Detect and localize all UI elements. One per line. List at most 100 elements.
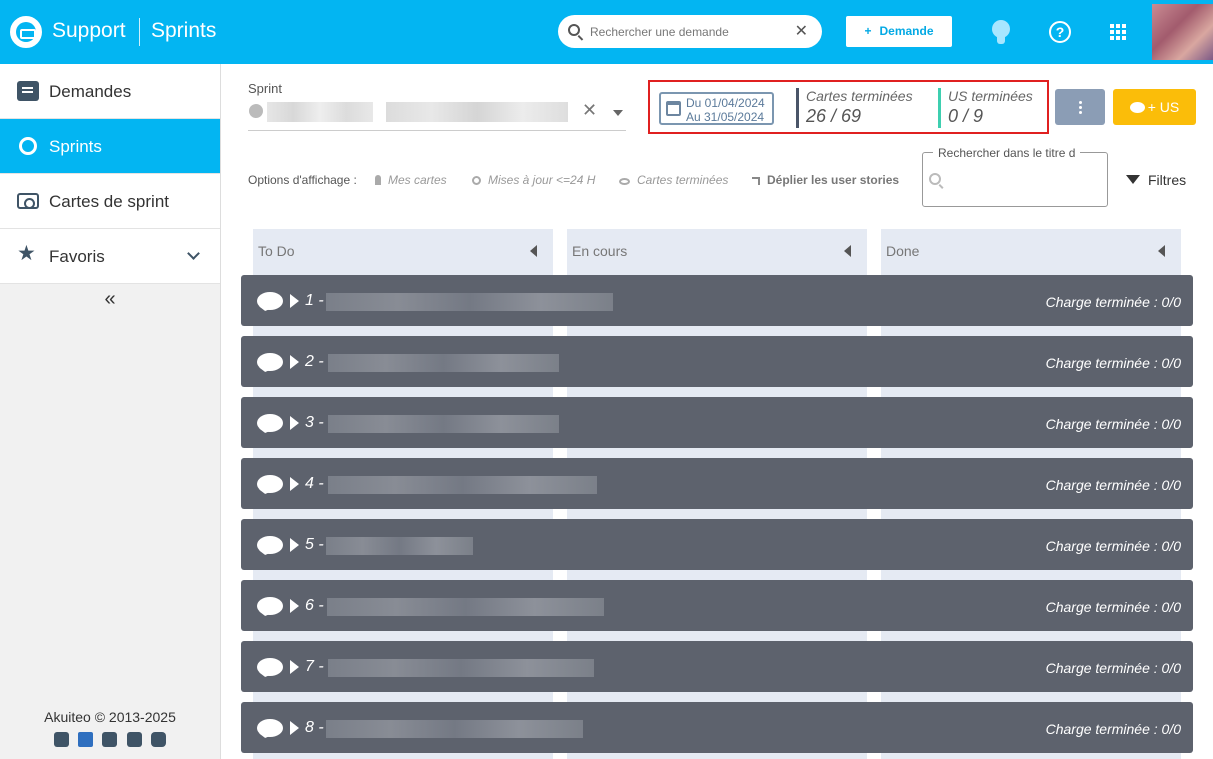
option-expand-stories[interactable]: Déplier les user stories — [752, 173, 899, 187]
story-number: 7 - — [305, 658, 324, 675]
user-story-row[interactable]: 1 - Charge terminée : 0/0 — [241, 275, 1193, 326]
title-search-label: Rechercher dans le titre d — [933, 146, 1081, 160]
sidebar-item-cartes-de-sprint[interactable]: Cartes de sprint — [0, 174, 220, 229]
request-search[interactable]: ✕ — [558, 15, 822, 48]
collapse-column-icon[interactable] — [530, 245, 537, 257]
story-charge: Charge terminée : 0/0 — [1045, 294, 1181, 310]
apps-grid-icon[interactable] — [1110, 24, 1126, 40]
display-options-label: Options d'affichage : — [248, 173, 357, 187]
expand-arrow-icon[interactable] — [290, 599, 299, 613]
cards-done-label: Cartes terminées — [806, 88, 913, 104]
option-label: Déplier les user stories — [767, 173, 900, 187]
add-user-story-button[interactable]: + US — [1113, 89, 1196, 125]
add-us-label: + US — [1147, 99, 1180, 115]
play-icon — [249, 104, 263, 118]
facebook-icon[interactable] — [127, 732, 142, 747]
help-icon[interactable]: ? — [1049, 21, 1071, 43]
story-charge: Charge terminée : 0/0 — [1045, 416, 1181, 432]
expand-arrow-icon[interactable] — [290, 294, 299, 308]
title-divider — [139, 18, 140, 46]
chevron-down-icon[interactable] — [187, 247, 200, 260]
sprint-name-redacted — [386, 102, 568, 122]
comment-icon[interactable] — [257, 414, 283, 432]
comment-icon[interactable] — [257, 719, 283, 737]
more-options-button[interactable] — [1055, 89, 1105, 125]
expand-arrow-icon[interactable] — [290, 721, 299, 735]
user-story-row[interactable]: 7 - Charge terminée : 0/0 — [241, 641, 1193, 692]
app-name[interactable]: Support — [52, 19, 126, 43]
star-icon: ★ — [17, 242, 36, 265]
social-links — [54, 732, 168, 748]
eye-off-icon — [619, 178, 630, 185]
analytics-icon[interactable] — [54, 732, 69, 747]
date-to: Au 31/05/2024 — [686, 110, 765, 124]
option-done-cards[interactable]: Cartes terminées — [619, 173, 728, 187]
sidebar-item-favoris[interactable]: ★ Favoris — [0, 229, 220, 284]
story-title-redacted — [328, 415, 559, 433]
column-title: En cours — [572, 243, 628, 259]
clear-sprint-icon[interactable]: ✕ — [582, 100, 597, 121]
new-request-button[interactable]: + Demande — [846, 16, 952, 47]
sprint-stats: Du 01/04/2024 Au 31/05/2024 Cartes termi… — [648, 80, 1049, 134]
sidebar-item-label: Favoris — [49, 247, 105, 266]
clear-search-icon[interactable]: ✕ — [795, 21, 808, 41]
section-title: Sprints — [151, 19, 217, 42]
comment-icon[interactable] — [257, 475, 283, 493]
comment-icon[interactable] — [257, 597, 283, 615]
option-my-cards[interactable]: Mes cartes — [375, 173, 447, 187]
user-story-row[interactable]: 8 - Charge terminée : 0/0 — [241, 702, 1193, 753]
story-charge: Charge terminée : 0/0 — [1045, 355, 1181, 371]
message-icon — [17, 81, 39, 101]
user-avatar[interactable] — [1152, 4, 1213, 60]
request-search-input[interactable] — [590, 22, 790, 41]
option-updated-24h[interactable]: Mises à jour <=24 H — [472, 173, 595, 187]
user-story-row[interactable]: 6 - Charge terminée : 0/0 — [241, 580, 1193, 631]
expand-arrow-icon[interactable] — [290, 355, 299, 369]
user-story-row[interactable]: 2 - Charge terminée : 0/0 — [241, 336, 1193, 387]
story-number: 6 - — [305, 597, 324, 614]
bluesky-icon[interactable] — [78, 732, 93, 747]
story-number: 1 - — [305, 292, 324, 309]
chevron-down-icon[interactable] — [613, 110, 623, 116]
comment-icon[interactable] — [257, 292, 283, 310]
story-title-redacted — [327, 598, 604, 616]
expand-arrow-icon[interactable] — [290, 660, 299, 674]
filters-button[interactable]: Filtres — [1126, 172, 1186, 188]
sprint-select[interactable]: ✕ — [248, 98, 626, 131]
us-done-label: US terminées — [948, 88, 1033, 104]
search-icon — [568, 24, 580, 36]
expand-arrow-icon[interactable] — [290, 416, 299, 430]
story-charge: Charge terminée : 0/0 — [1045, 599, 1181, 615]
collapse-column-icon[interactable] — [844, 245, 851, 257]
comment-icon[interactable] — [257, 536, 283, 554]
sidebar-item-sprints[interactable]: Sprints — [0, 119, 220, 174]
date-from: Du 01/04/2024 — [686, 96, 765, 110]
refresh-icon — [472, 176, 481, 185]
column-title: Done — [886, 243, 920, 259]
user-story-row[interactable]: 4 - Charge terminée : 0/0 — [241, 458, 1193, 509]
app-logo-icon[interactable] — [10, 16, 42, 48]
option-label: Cartes terminées — [637, 173, 729, 187]
expand-arrow-icon[interactable] — [290, 538, 299, 552]
expand-arrow-icon[interactable] — [290, 477, 299, 491]
collapse-column-icon[interactable] — [1158, 245, 1165, 257]
comment-icon[interactable] — [257, 658, 283, 676]
story-number: 4 - — [305, 475, 324, 492]
us-done-value: 0 / 9 — [948, 106, 984, 126]
sidebar-item-label: Sprints — [49, 137, 102, 156]
option-label: Mises à jour <=24 H — [488, 173, 596, 187]
collapse-sidebar-icon[interactable]: « — [100, 288, 120, 311]
instagram-icon[interactable] — [151, 732, 166, 747]
lightbulb-icon[interactable] — [991, 20, 1011, 46]
sidebar-item-demandes[interactable]: Demandes — [0, 64, 220, 119]
story-title-redacted — [328, 354, 559, 372]
expand-icon — [752, 177, 760, 185]
title-search-field[interactable]: Rechercher dans le titre d — [922, 146, 1108, 207]
linkedin-icon[interactable] — [102, 732, 117, 747]
cards-icon — [17, 193, 39, 209]
sidebar: Demandes Sprints Cartes de sprint ★ Favo… — [0, 64, 221, 759]
comment-icon[interactable] — [257, 353, 283, 371]
user-story-row[interactable]: 5 - Charge terminée : 0/0 — [241, 519, 1193, 570]
option-label: Mes cartes — [388, 173, 447, 187]
user-story-row[interactable]: 3 - Charge terminée : 0/0 — [241, 397, 1193, 448]
